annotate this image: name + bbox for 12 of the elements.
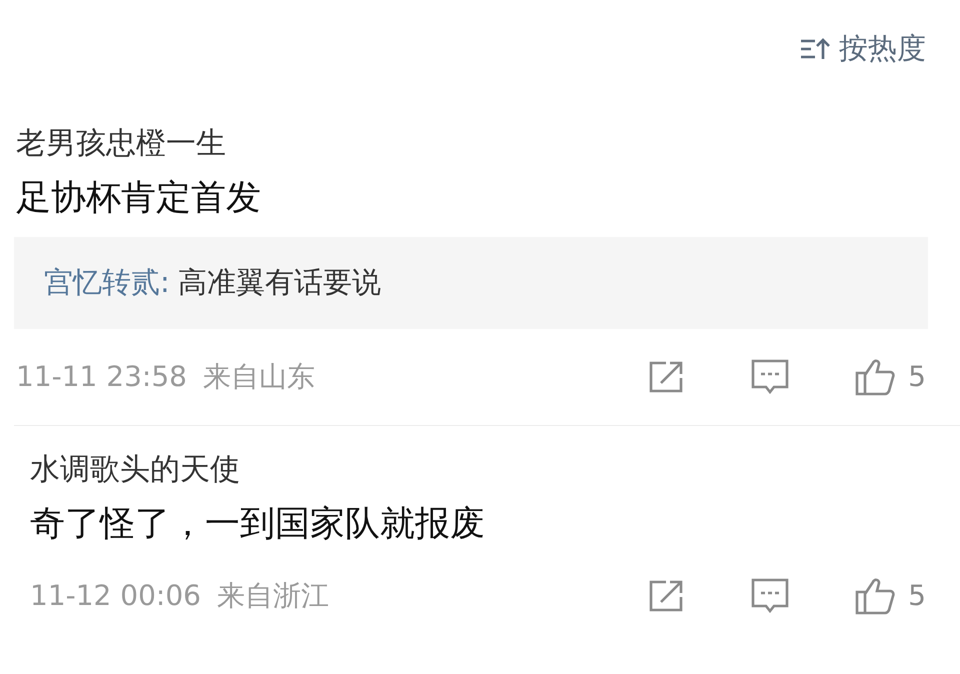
comment-text: 奇了怪了，一到国家队就报废 xyxy=(30,504,485,544)
comment-text: 足协杯肯定首发 xyxy=(16,178,261,218)
timestamp: 11-12 00:06 xyxy=(30,578,201,614)
sort-button[interactable]: 按热度 xyxy=(799,28,926,70)
username[interactable]: 水调歌头的天使 xyxy=(30,452,240,487)
comment-icon[interactable] xyxy=(750,358,790,396)
location: 来自山东 xyxy=(202,359,315,395)
location: 来自浙江 xyxy=(216,578,329,614)
reply-preview[interactable]: 宫忆转贰: 高准翼有话要说 xyxy=(14,237,928,329)
timestamp: 11-11 23:58 xyxy=(16,359,187,395)
comment-icon[interactable] xyxy=(750,577,790,615)
username[interactable]: 老男孩忠橙一生 xyxy=(16,126,226,161)
